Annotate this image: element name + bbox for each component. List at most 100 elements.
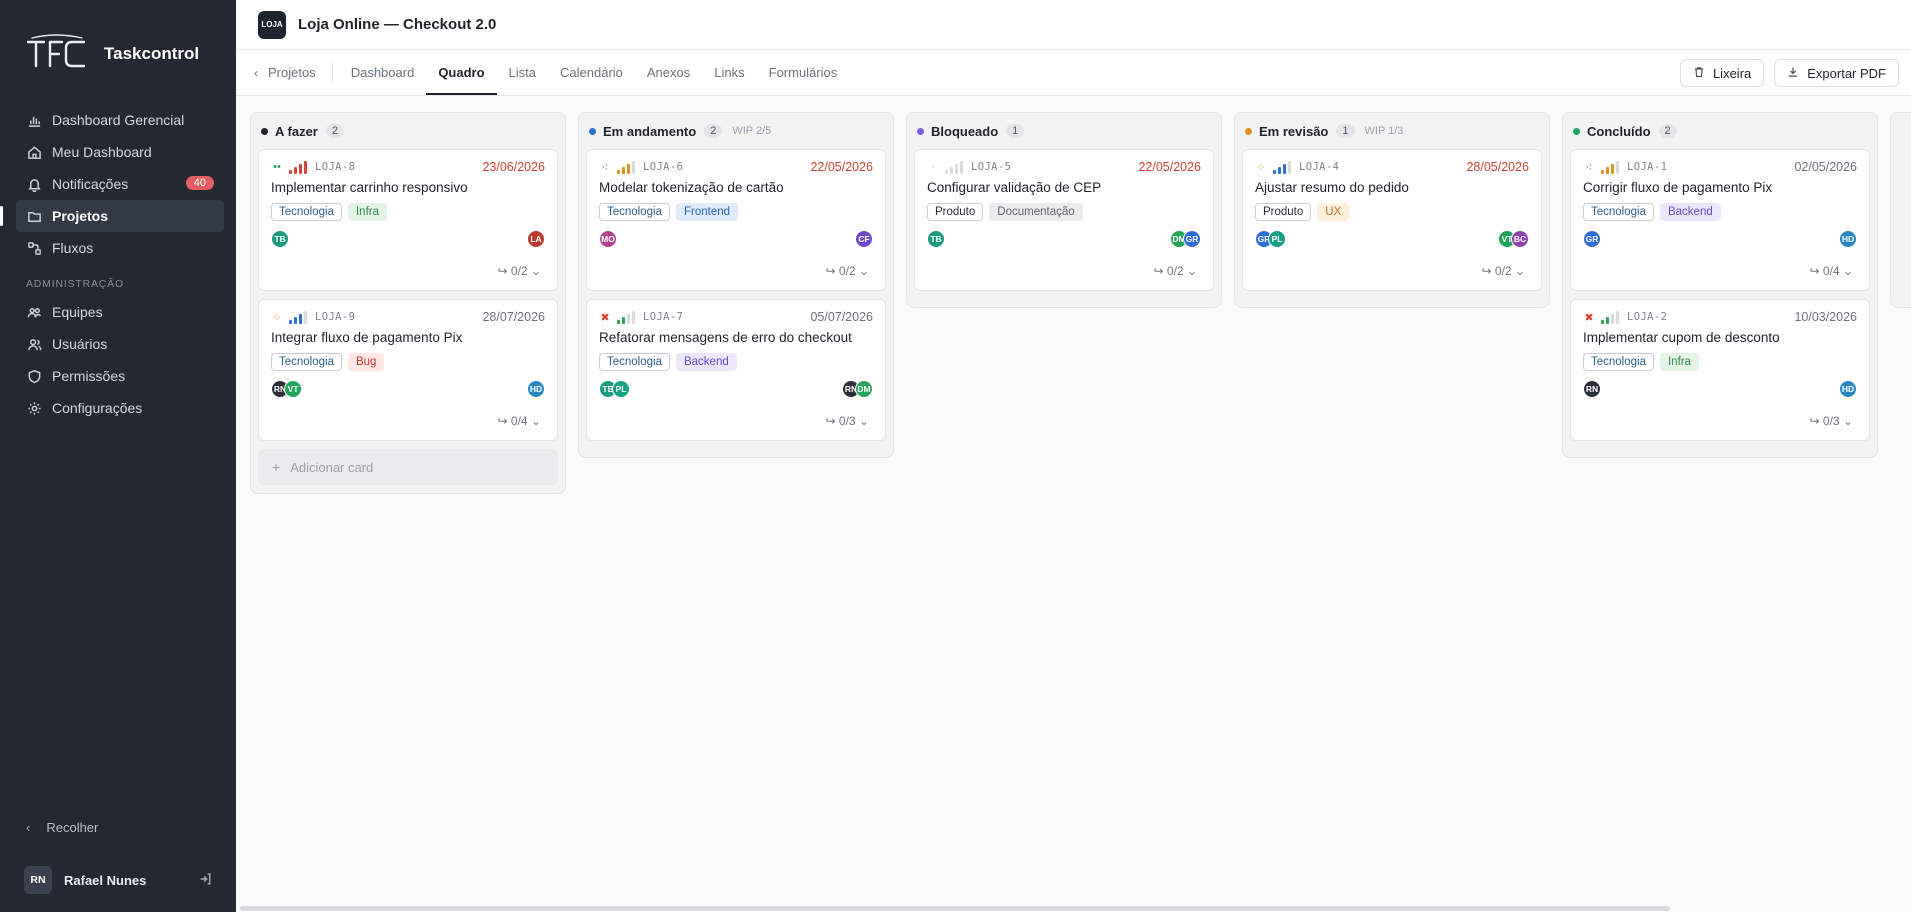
avatar[interactable]: LA (527, 230, 545, 248)
avatar[interactable]: CF (855, 230, 873, 248)
subtasks-toggle[interactable]: ↪ 0/2 ⌄ (826, 264, 869, 278)
tab-calendario[interactable]: Calendário (548, 50, 635, 95)
subtasks-toggle[interactable]: ↪ 0/2 ⌄ (498, 264, 541, 278)
subtasks-toggle[interactable]: ↪ 0/2 ⌄ (1154, 264, 1197, 278)
tag: Produto (1255, 203, 1312, 221)
task-tags: Produto UX (1255, 203, 1529, 221)
tag: Frontend (675, 203, 739, 221)
export-pdf-button[interactable]: Exportar PDF (1774, 59, 1899, 87)
effort-bars-icon (1601, 160, 1619, 174)
card-meta: ⁘ LOJA-9 28/07/2026 (271, 310, 545, 324)
avatar[interactable]: PL (612, 380, 630, 398)
column-header[interactable]: Concluído 2 (1573, 123, 1867, 139)
user-profile[interactable]: RN Rafael Nunes (24, 866, 212, 894)
due-date: 28/07/2026 (482, 310, 545, 324)
subtasks-toggle[interactable]: ↪ 0/3 ⌄ (1810, 414, 1853, 428)
avatar[interactable]: VT (284, 380, 302, 398)
sidebar-item-permissoes[interactable]: Permissões (16, 360, 224, 392)
sidebar-item-label: Meu Dashboard (52, 144, 152, 160)
avatar[interactable]: DM (855, 380, 873, 398)
taskcontrol-logo-icon (26, 34, 86, 68)
tag: Documentação (989, 203, 1083, 221)
priority-medium-icon: ⁖ (1585, 161, 1593, 174)
subtask-count: 0/4 (1822, 264, 1840, 278)
collapse-label: Recolher (46, 820, 99, 835)
sidebar-item-label: Fluxos (52, 240, 94, 256)
due-date: 23/06/2026 (482, 160, 545, 174)
subtask-icon: ↪ (1809, 414, 1823, 428)
avatar[interactable]: HD (1839, 380, 1857, 398)
avatar[interactable]: HD (1839, 230, 1857, 248)
tab-anexos[interactable]: Anexos (635, 50, 702, 95)
column-header[interactable]: A fazer 2 (261, 123, 555, 139)
sidebar-item-fluxos[interactable]: Fluxos (16, 232, 224, 264)
notification-count-badge: 40 (185, 176, 214, 190)
task-card[interactable]: ✖ LOJA-2 10/03/2026 Implementar cupom de de… (1570, 299, 1870, 441)
column-header[interactable]: Em andamento 2 WIP 2/5 (589, 123, 883, 139)
task-card[interactable]: ⁖ LOJA-6 22/05/2026 Modelar tokenização de … (586, 149, 886, 291)
avatar[interactable]: BC (1511, 230, 1529, 248)
column-title: A fazer (275, 123, 318, 139)
avatar[interactable]: TB (927, 230, 945, 248)
effort-bars-icon (617, 310, 635, 324)
sidebar-item-label: Notificações (52, 176, 129, 192)
effort-bars-icon (617, 160, 635, 174)
avatar[interactable]: GR (1583, 230, 1601, 248)
column-header[interactable]: Em revisão 1 WIP 1/3 (1245, 123, 1539, 139)
card-meta: ✖ LOJA-7 05/07/2026 (599, 310, 873, 324)
task-card[interactable]: •• LOJA-8 23/06/2026 Implementar carrinho r… (258, 149, 558, 291)
collapse-sidebar-button[interactable]: ‹ Recolher (26, 820, 98, 835)
tag: Backend (675, 353, 737, 371)
avatar[interactable]: RN (1583, 380, 1601, 398)
logout-icon[interactable] (198, 872, 212, 889)
column-header[interactable]: Bloqueado 1 (917, 123, 1211, 139)
priority-high-icon: ⁘ (1256, 161, 1266, 174)
sidebar-item-meu-dashboard[interactable]: Meu Dashboard (16, 136, 224, 168)
avatar[interactable]: MO (599, 230, 617, 248)
task-card[interactable]: ⁘ LOJA-4 28/05/2026 Ajustar resumo do pedid… (1242, 149, 1542, 291)
task-card[interactable]: ⁘ LOJA-9 28/07/2026 Integrar fluxo de pagam… (258, 299, 558, 441)
task-card[interactable]: ✖ LOJA-7 05/07/2026 Refatorar mensagens de … (586, 299, 886, 441)
trash-button[interactable]: Lixeira (1679, 59, 1765, 87)
tab-lista[interactable]: Lista (497, 50, 548, 95)
home-icon (26, 144, 42, 160)
horizontal-scrollbar[interactable] (240, 906, 1670, 911)
brand[interactable]: Taskcontrol (26, 34, 199, 74)
avatar[interactable]: GR (1183, 230, 1201, 248)
tag: Bug (347, 353, 385, 371)
assignees: TB (271, 230, 289, 248)
sidebar-item-projetos[interactable]: Projetos (0, 200, 224, 232)
sidebar-section-admin: ADMINISTRAÇÃO (26, 278, 124, 290)
sidebar-item-usuarios[interactable]: Usuários (16, 328, 224, 360)
subtasks-toggle[interactable]: ↪ 0/3 ⌄ (826, 414, 869, 428)
due-date: 22/05/2026 (1138, 160, 1201, 174)
task-card[interactable]: ⁖ LOJA-1 02/05/2026 Corrigir fluxo de pagam… (1570, 149, 1870, 291)
tab-dashboard[interactable]: Dashboard (339, 50, 427, 95)
back-to-projects-link[interactable]: ‹ Projetos (254, 62, 333, 83)
sidebar-item-notificacoes[interactable]: Notificações 40 (16, 168, 224, 200)
avatar[interactable]: PL (1268, 230, 1286, 248)
tag: Tecnologia (271, 203, 342, 221)
sidebar-item-dashboard-gerencial[interactable]: Dashboard Gerencial (16, 104, 224, 136)
sidebar-item-configuracoes[interactable]: Configurações (16, 392, 224, 424)
column-status-dot (917, 127, 924, 135)
sidebar-nav: Dashboard Gerencial Meu Dashboard Notifi… (0, 104, 224, 424)
sidebar-item-equipes[interactable]: Equipes (16, 296, 224, 328)
due-date: 02/05/2026 (1794, 160, 1857, 174)
tab-quadro[interactable]: Quadro (426, 50, 497, 95)
tab-formularios[interactable]: Formulários (757, 50, 850, 95)
avatar[interactable]: TB (271, 230, 289, 248)
subtasks-toggle[interactable]: ↪ 0/4 ⌄ (498, 414, 541, 428)
tab-links[interactable]: Links (702, 50, 756, 95)
avatar[interactable]: HD (527, 380, 545, 398)
column-count-badge: 2 (325, 124, 344, 138)
tag: Tecnologia (1583, 203, 1654, 221)
page-title: Loja Online — Checkout 2.0 (298, 16, 497, 33)
subtasks-toggle[interactable]: ↪ 0/4 ⌄ (1810, 264, 1853, 278)
add-card-button[interactable]: + Adicionar card (258, 449, 558, 485)
column-status-dot (589, 127, 596, 135)
subtasks-toggle[interactable]: ↪ 0/2 ⌄ (1482, 264, 1525, 278)
tag: Tecnologia (599, 353, 670, 371)
sidebar-item-label: Configurações (52, 400, 143, 416)
task-card[interactable]: · LOJA-5 22/05/2026 Configurar validação de… (914, 149, 1214, 291)
